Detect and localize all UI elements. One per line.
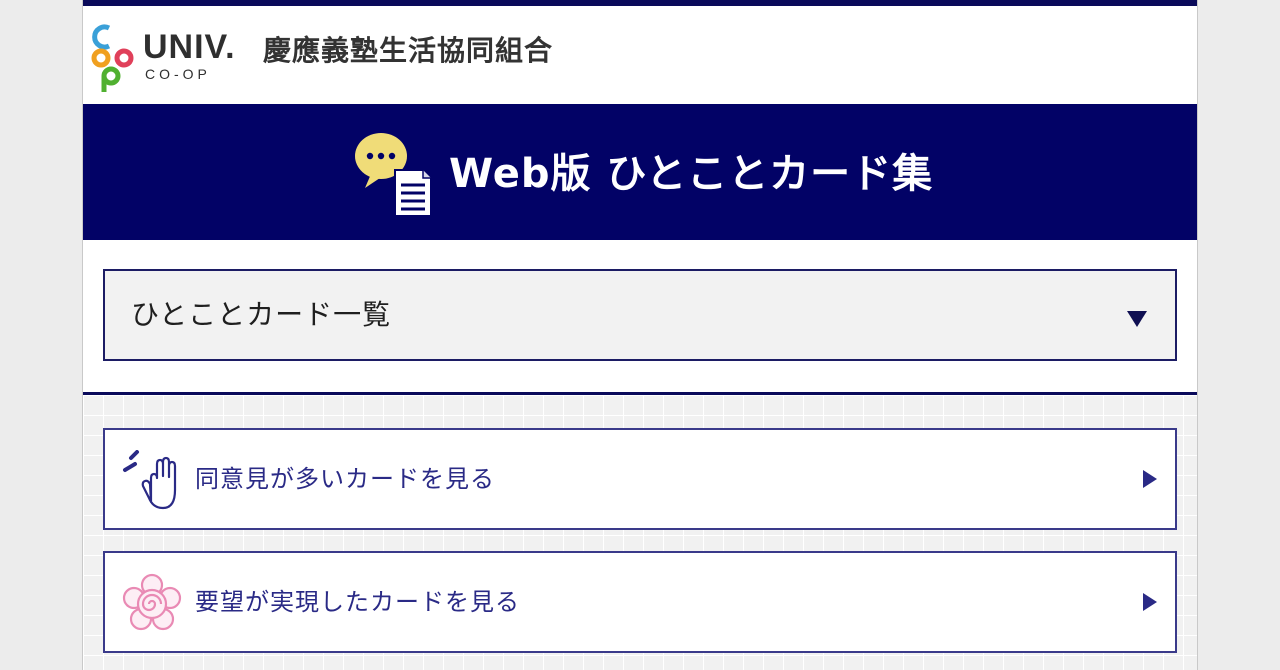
organization-name: 慶應義塾生活協同組合 bbox=[263, 34, 554, 67]
triangle-down-icon bbox=[1127, 311, 1147, 327]
speech-bubble-document-icon bbox=[355, 133, 432, 217]
card-link-list: 同意見が多いカードを見る 要望が実現したカードを見る bbox=[83, 395, 1197, 670]
logo-univ-text: UNIV. bbox=[143, 28, 236, 66]
category-select-value: ひとことカード一覧 bbox=[131, 298, 392, 331]
page-title: Web版 ひとことカード集 bbox=[449, 151, 934, 197]
site-header: UNIV. CO-OP 慶應義塾生活協同組合 bbox=[83, 6, 1197, 104]
logo-coop-text: CO-OP bbox=[145, 66, 211, 82]
coop-logo-icon bbox=[91, 24, 134, 92]
chevron-right-icon bbox=[1143, 470, 1157, 488]
page-frame: UNIV. CO-OP 慶應義塾生活協同組合 Web版 ひとことカード集 ひとこ… bbox=[82, 0, 1198, 670]
link-label: 要望が実現したカードを見る bbox=[195, 588, 520, 616]
link-label: 同意見が多いカードを見る bbox=[195, 465, 495, 493]
raised-hand-icon bbox=[123, 450, 177, 510]
category-select-area: ひとことカード一覧 bbox=[83, 240, 1197, 392]
link-realized-request-cards[interactable]: 要望が実現したカードを見る bbox=[103, 551, 1177, 653]
title-banner: Web版 ひとことカード集 bbox=[83, 104, 1197, 240]
chevron-right-icon bbox=[1143, 593, 1157, 611]
link-most-agreed-cards[interactable]: 同意見が多いカードを見る bbox=[103, 428, 1177, 530]
flower-icon bbox=[122, 573, 182, 631]
category-select-dropdown[interactable]: ひとことカード一覧 bbox=[103, 269, 1177, 361]
